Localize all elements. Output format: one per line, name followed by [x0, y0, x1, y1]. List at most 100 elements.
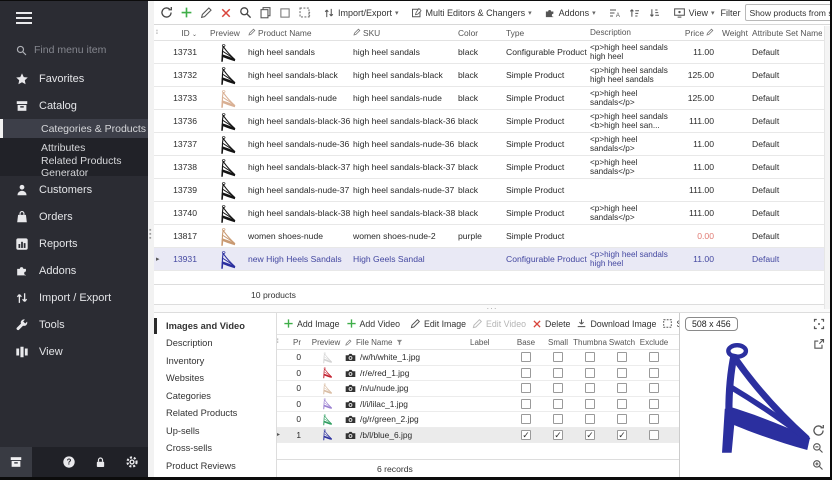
- sidebar-item-tools[interactable]: Tools: [0, 311, 148, 338]
- tab-images-and-video[interactable]: Images and Video: [154, 317, 276, 335]
- sidebar-item-related-products-generator[interactable]: Related Products Generator: [0, 157, 148, 176]
- edit-video-button[interactable]: Edit Video: [469, 316, 529, 331]
- checkbox-cell[interactable]: [638, 414, 670, 424]
- checkbox-cell[interactable]: [574, 368, 606, 378]
- tab-related-products[interactable]: Related Products: [154, 405, 276, 423]
- sidebar-splitter[interactable]: ▪▪▪: [149, 229, 150, 241]
- checkbox-cell[interactable]: [606, 399, 638, 409]
- checkbox-cell[interactable]: [606, 383, 638, 393]
- sidebar-item-orders[interactable]: Orders: [0, 203, 148, 230]
- cell-sku[interactable]: women shoes-nude-2: [353, 231, 458, 241]
- checkbox-cell[interactable]: [606, 368, 638, 378]
- sidebar-item-import-export[interactable]: Import / Export: [0, 284, 148, 311]
- rotate-icon[interactable]: [812, 424, 825, 437]
- import-export-button[interactable]: Import/Export▾: [320, 5, 402, 21]
- checkbox-cell[interactable]: ✓: [542, 430, 574, 440]
- checkbox-cell[interactable]: [638, 399, 670, 409]
- sidebar-item-categories-products[interactable]: Categories & Products: [0, 119, 148, 138]
- column-header-sku[interactable]: SKU: [353, 28, 458, 38]
- category-filter-select[interactable]: Show products from selected categories ▾: [745, 4, 830, 21]
- column-header-swatch[interactable]: Swatch: [606, 338, 638, 347]
- copy-button[interactable]: [256, 4, 275, 21]
- column-header-preview[interactable]: Preview: [204, 28, 248, 38]
- tab-product-reviews[interactable]: Product Reviews: [154, 457, 276, 475]
- cell-product-name[interactable]: high heel sandals-black-36: [248, 116, 353, 126]
- table-row[interactable]: 13738 high heel sandals-black-37high hee…: [154, 156, 830, 179]
- checkbox-cell[interactable]: ✓: [606, 430, 638, 440]
- sort-descending-button[interactable]: [645, 5, 664, 21]
- list-item[interactable]: 0 /w/h/white_1.jpg: [277, 350, 679, 366]
- open-external-icon[interactable]: [813, 338, 825, 350]
- column-header-attribute-set[interactable]: Attribute Set Name: [752, 28, 822, 38]
- sort-ascending-button[interactable]: [625, 5, 644, 21]
- fullscreen-icon[interactable]: [813, 318, 825, 330]
- column-header-position[interactable]: Pr: [283, 338, 307, 347]
- delete-product-button[interactable]: [217, 5, 235, 21]
- column-header-type[interactable]: Type: [506, 28, 590, 38]
- cell-product-name[interactable]: high heel sandals: [248, 47, 353, 57]
- checkbox-cell[interactable]: [510, 414, 542, 424]
- cell-price[interactable]: 111.00: [672, 208, 722, 218]
- cell-price[interactable]: 0.00: [672, 231, 722, 241]
- cell-position[interactable]: 1: [283, 430, 307, 440]
- checkbox-cell[interactable]: [574, 352, 606, 362]
- list-item[interactable]: 0 /l/i/lilac_1.jpg: [277, 397, 679, 413]
- sidebar-item-reports[interactable]: Reports: [0, 230, 148, 257]
- set-resize-rule-button[interactable]: Set Resize Rule: [659, 316, 679, 331]
- cell-sku[interactable]: high heel sandals-black-38: [353, 208, 458, 218]
- column-header-weight[interactable]: Weight: [722, 28, 752, 38]
- column-header-product-name[interactable]: Product Name: [248, 28, 353, 38]
- delete-image-button[interactable]: Delete: [529, 317, 573, 331]
- checkbox-cell[interactable]: [510, 383, 542, 393]
- sidebar-item-favorites[interactable]: Favorites: [0, 65, 148, 92]
- checkbox-cell[interactable]: [606, 414, 638, 424]
- add-image-button[interactable]: Add Image: [280, 316, 343, 331]
- checkbox-cell[interactable]: [510, 368, 542, 378]
- cell-price[interactable]: 11.00: [672, 254, 722, 264]
- column-header-id[interactable]: ID ⌄: [164, 28, 204, 38]
- select-button[interactable]: [276, 5, 294, 21]
- cell-file-name[interactable]: /n/u/nude.jpg: [345, 383, 470, 393]
- checkbox-cell[interactable]: ✓: [574, 430, 606, 440]
- column-header-description[interactable]: Description: [590, 28, 672, 38]
- cell-product-name[interactable]: high heel sandals-nude-36: [248, 139, 353, 149]
- cell-sku[interactable]: high heel sandals-nude-37: [353, 185, 458, 195]
- table-row[interactable]: 13737 high heel sandals-nude-36high heel…: [154, 133, 830, 156]
- refresh-button[interactable]: [157, 4, 176, 21]
- checkbox-cell[interactable]: [542, 399, 574, 409]
- edit-image-button[interactable]: Edit Image: [407, 316, 469, 331]
- column-header-small[interactable]: Small: [542, 338, 574, 347]
- cell-product-name[interactable]: high heel sandals-black-38: [248, 208, 353, 218]
- cell-price[interactable]: 11.00: [672, 139, 722, 149]
- zoom-out-icon[interactable]: [812, 442, 824, 454]
- column-header-exclude[interactable]: Exclude: [638, 338, 670, 347]
- column-header-file-name[interactable]: File Name: [345, 338, 470, 347]
- tab-websites[interactable]: Websites: [154, 370, 276, 388]
- multi-editors-button[interactable]: Multi Editors & Changers▾: [408, 5, 535, 21]
- checkbox-cell[interactable]: [574, 399, 606, 409]
- cell-sku[interactable]: high heel sandals-black: [353, 70, 458, 80]
- column-header-thumbnail[interactable]: Thumbna: [574, 338, 606, 347]
- tab-cross-sells[interactable]: Cross-sells: [154, 440, 276, 458]
- cell-file-name[interactable]: /l/i/lilac_1.jpg: [345, 399, 470, 409]
- column-header-color[interactable]: Color: [458, 28, 506, 38]
- checkbox-cell[interactable]: [638, 352, 670, 362]
- list-item[interactable]: 0 /g/r/green_2.jpg: [277, 412, 679, 428]
- cell-sku[interactable]: high heel sandals-nude: [353, 93, 458, 103]
- cell-file-name[interactable]: /g/r/green_2.jpg: [345, 414, 470, 424]
- list-item[interactable]: 0 /r/e/red_1.jpg: [277, 366, 679, 382]
- checkbox-cell[interactable]: [638, 430, 670, 440]
- add-product-button[interactable]: [177, 4, 196, 21]
- cell-product-name[interactable]: high heel sandals-black: [248, 70, 353, 80]
- cell-price[interactable]: 11.00: [672, 47, 722, 57]
- store-button[interactable]: [0, 447, 32, 477]
- table-row[interactable]: 13733 high heel sandals-nudehigh heel sa…: [154, 87, 830, 110]
- cell-product-name[interactable]: high heel sandals-nude-37: [248, 185, 353, 195]
- list-item[interactable]: 0 /n/u/nude.jpg: [277, 381, 679, 397]
- table-row[interactable]: 13739 high heel sandals-nude-37high heel…: [154, 179, 830, 202]
- settings-button[interactable]: [117, 447, 149, 477]
- table-row[interactable]: 13736 high heel sandals-black-36high hee…: [154, 110, 830, 133]
- cell-product-name[interactable]: women shoes-nude: [248, 231, 353, 241]
- sidebar-item-customers[interactable]: Customers: [0, 176, 148, 203]
- search-products-button[interactable]: [236, 4, 255, 21]
